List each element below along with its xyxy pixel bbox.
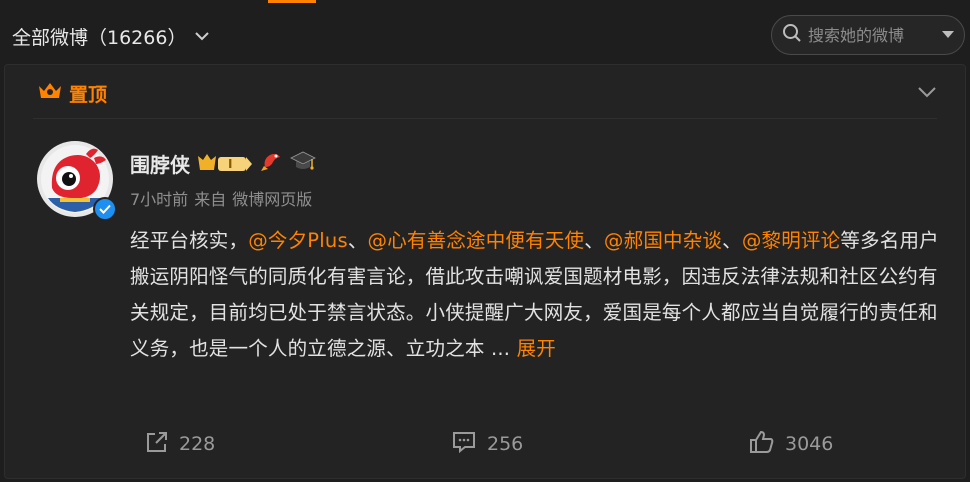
comment-icon — [451, 430, 477, 459]
chevron-down-icon — [917, 83, 937, 102]
post-text-intro: 经平台核实， — [130, 229, 249, 252]
post-time[interactable]: 7小时前 — [130, 186, 188, 210]
mention-link[interactable]: @郝国中杂谈 — [604, 229, 722, 252]
mention-link[interactable]: @黎明评论 — [742, 229, 841, 252]
search-input[interactable] — [808, 25, 928, 45]
repost-button[interactable]: 228 — [145, 429, 215, 459]
active-tab-indicator — [268, 0, 316, 3]
separator: 、 — [347, 229, 368, 252]
repost-icon — [145, 430, 169, 459]
post-text: 经平台核实，@今夕Plus、@心有善念途中便有天使、@郝国中杂谈、@黎明评论等多… — [130, 223, 945, 367]
like-button[interactable]: 3046 — [749, 429, 833, 459]
pinned-indicator: 置顶 — [37, 79, 107, 107]
mention-link[interactable]: @今夕Plus — [248, 229, 348, 252]
level-badge-label: I — [228, 156, 233, 171]
feed-filter-dropdown[interactable]: 全部微博（16266） — [12, 22, 210, 50]
like-icon — [749, 429, 775, 460]
post-card: 置顶 围脖侠 I 7小时前 来自 微博网页版 经平台核实，@今夕Plus、@心有… — [4, 64, 966, 479]
search-icon — [782, 23, 802, 47]
dropdown-caret-icon[interactable] — [942, 31, 954, 38]
koi-icon[interactable] — [260, 149, 284, 177]
source-prefix: 来自 — [194, 190, 227, 209]
repost-count: 228 — [179, 433, 216, 455]
separator: 、 — [722, 229, 742, 252]
user-name[interactable]: 围脖侠 — [130, 149, 190, 178]
comment-button[interactable]: 256 — [451, 429, 523, 459]
feed-title-label: 全部微博（16266） — [12, 26, 187, 49]
author-row: 围脖侠 I — [130, 149, 316, 177]
top-bar: 全部微博（16266） — [0, 0, 970, 64]
separator: 、 — [584, 229, 604, 252]
pinned-label: 置顶 — [69, 83, 108, 106]
comment-count: 256 — [487, 433, 524, 455]
post-meta: 7小时前 来自 微博网页版 — [130, 186, 312, 210]
crown-icon — [37, 80, 63, 106]
mention-link[interactable]: @心有善念途中便有天使 — [368, 229, 585, 252]
post-actions: 228 256 3046 — [5, 425, 967, 461]
post-menu-chevron[interactable] — [917, 83, 937, 102]
like-count: 3046 — [785, 433, 834, 455]
verified-icon — [93, 197, 117, 221]
post-source: 微博网页版 — [232, 190, 313, 209]
search-box[interactable] — [771, 15, 965, 55]
divider — [33, 118, 937, 119]
graduation-cap-icon[interactable] — [290, 150, 316, 176]
chevron-down-icon — [194, 31, 210, 41]
expand-link[interactable]: 展开 — [517, 337, 556, 360]
level-badge-icon[interactable]: I — [196, 152, 254, 174]
